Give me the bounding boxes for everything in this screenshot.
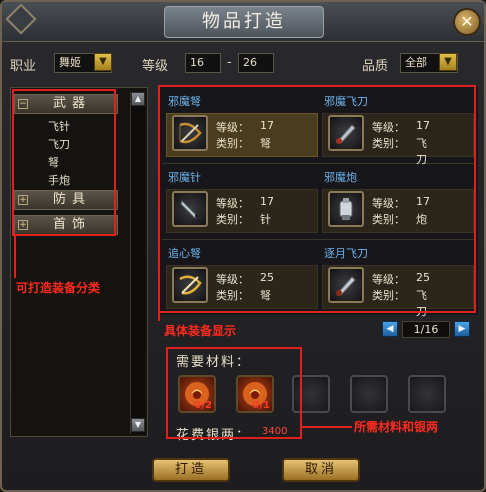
annotation-categories: 可打造装备分类 [16, 281, 101, 295]
material-slot-empty[interactable] [408, 375, 446, 413]
annotation-box-items [158, 85, 476, 313]
annotation-box-categories [12, 89, 116, 236]
scroll-down-icon[interactable]: ▼ [131, 418, 145, 432]
cancel-button[interactable]: 取消 [282, 458, 360, 482]
quality-label: 品质 [362, 59, 389, 74]
annotation-box-materials [166, 347, 302, 439]
annotation-line-categories [14, 236, 16, 278]
category-scrollbar[interactable]: ▲ ▼ [130, 92, 145, 434]
profession-dropdown-icon[interactable]: ▼ [94, 53, 112, 71]
annotation-line-materials [302, 426, 352, 428]
annotation-line-items [158, 313, 160, 321]
annotation-items: 具体装备显示 [164, 324, 237, 338]
level-label: 等级 [142, 59, 169, 74]
craft-button[interactable]: 打造 [152, 458, 230, 482]
crafting-window: 物品打造 ✕ 职业 舞姬 ▼ 等级 16 - 26 品质 全部 ▼ − 武器 飞… [0, 0, 486, 492]
profession-label: 职业 [10, 59, 37, 74]
level-max-input[interactable]: 26 [238, 53, 274, 73]
quality-dropdown-icon[interactable]: ▼ [439, 53, 457, 71]
level-range-separator: - [227, 55, 232, 70]
title-ornament-left [5, 3, 37, 35]
pagination: ◀ 1/16 ▶ [382, 321, 472, 339]
page-indicator: 1/16 [402, 321, 450, 338]
material-slot-empty[interactable] [350, 375, 388, 413]
scroll-up-icon[interactable]: ▲ [131, 92, 145, 106]
window-title: 物品打造 [164, 6, 324, 38]
title-bar[interactable]: 物品打造 ✕ [2, 2, 484, 42]
prev-page-button[interactable]: ◀ [382, 321, 398, 337]
level-min-input[interactable]: 16 [185, 53, 221, 73]
close-button[interactable]: ✕ [453, 8, 481, 36]
filter-bar: 职业 舞姬 ▼ 等级 16 - 26 品质 全部 ▼ [2, 52, 484, 76]
next-page-button[interactable]: ▶ [454, 321, 470, 337]
annotation-materials: 所需材料和银两 [354, 420, 439, 434]
